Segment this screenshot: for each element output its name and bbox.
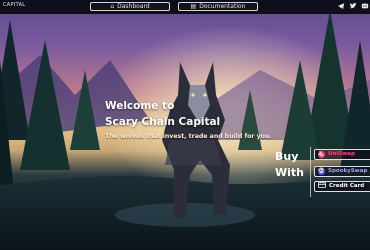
credit-card-icon (318, 181, 326, 192)
spookyswap-label: SpookySwap (328, 168, 368, 174)
document-icon: ▤ (190, 2, 197, 10)
uniswap-icon: 🦄 (318, 151, 325, 158)
telegram-icon[interactable] (337, 2, 345, 13)
uniswap-label: UniSwap (328, 151, 355, 157)
hero-title-line1: Welcome to (105, 100, 175, 112)
brand-logo-text[interactable]: CAPITAL (3, 2, 25, 8)
top-nav-bar: CAPITAL ⌂ Dashboard ▤ Documentation (0, 0, 370, 14)
buy-label: Buy (275, 150, 299, 163)
with-label: With (275, 166, 304, 179)
spookyswap-icon: 👻 (318, 168, 325, 175)
documentation-button[interactable]: ▤ Documentation (178, 2, 258, 11)
credit-card-label: Credit Card (329, 183, 365, 189)
spookyswap-button[interactable]: 👻 SpookySwap (314, 166, 370, 177)
buy-divider (310, 147, 311, 197)
credit-card-button[interactable]: Credit Card (314, 181, 370, 192)
discord-icon[interactable] (361, 2, 369, 13)
hero-title-line2: Scary Chain Capital (105, 116, 221, 128)
dashboard-label: Dashboard (117, 3, 150, 10)
documentation-label: Documentation (199, 3, 246, 10)
twitter-icon[interactable] (349, 2, 357, 13)
hero-tagline: The wolves that invest, trade and build … (105, 133, 272, 140)
dashboard-icon: ⌂ (110, 2, 115, 10)
uniswap-button[interactable]: 🦄 UniSwap (314, 149, 370, 160)
hero-scene: CAPITAL ⌂ Dashboard ▤ Documentation Welc… (0, 0, 370, 250)
dashboard-button[interactable]: ⌂ Dashboard (90, 2, 170, 11)
